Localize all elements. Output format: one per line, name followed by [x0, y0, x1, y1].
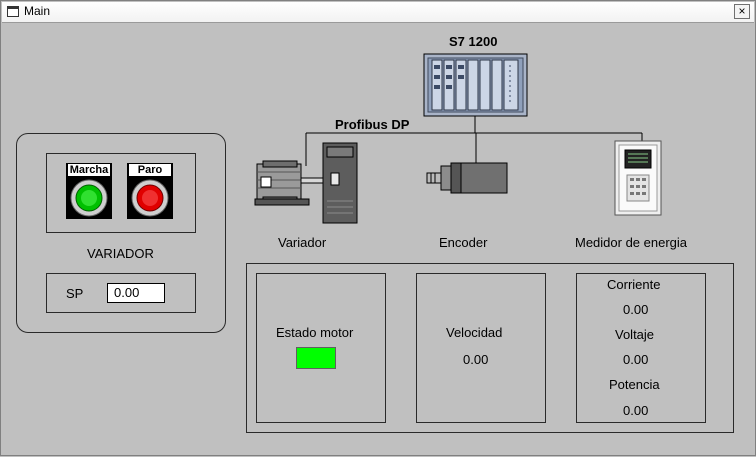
setpoint-frame: SP 0.00 [46, 273, 196, 313]
estado-motor-panel: Estado motor [256, 273, 386, 423]
potencia-label: Potencia [609, 377, 660, 392]
plc-rack-icon [423, 53, 528, 117]
main-window: Main × S7 1200 Profibus DP Variador Enco… [0, 0, 756, 456]
marcha-button[interactable] [68, 178, 110, 218]
energia-panel: Corriente 0.00 Voltaje 0.00 Potencia 0.0… [576, 273, 706, 423]
marcha-label: Marcha [68, 164, 110, 176]
voltaje-label: Voltaje [615, 327, 655, 342]
status-area: Estado motor Velocidad 0.00 Corriente 0.… [246, 263, 734, 433]
paro-label: Paro [129, 164, 171, 176]
variador-label: Variador [278, 235, 327, 250]
velocidad-panel: Velocidad 0.00 [416, 273, 546, 423]
corriente-value: 0.00 [623, 302, 649, 317]
variador-title: VARIADOR [87, 246, 154, 261]
estado-motor-label: Estado motor [276, 325, 354, 340]
encoder-label: Encoder [439, 235, 488, 250]
corriente-label: Corriente [607, 277, 661, 292]
profibus-label: Profibus DP [335, 117, 410, 132]
sp-label: SP [66, 286, 84, 301]
medidor-label: Medidor de energia [575, 235, 688, 250]
sp-input[interactable]: 0.00 [107, 283, 165, 303]
estado-motor-indicator [296, 347, 336, 369]
voltaje-value: 0.00 [623, 352, 649, 367]
variador-control-panel: Marcha Paro VARIADOR SP 0.00 [16, 133, 226, 333]
encoder-icon [426, 162, 508, 194]
velocidad-value: 0.00 [463, 352, 489, 367]
potencia-value: 0.00 [623, 403, 649, 418]
buttons-frame: Marcha Paro [46, 153, 196, 233]
energy-meter-icon [614, 140, 662, 216]
paro-button[interactable] [129, 178, 171, 218]
velocidad-label: Velocidad [446, 325, 503, 340]
